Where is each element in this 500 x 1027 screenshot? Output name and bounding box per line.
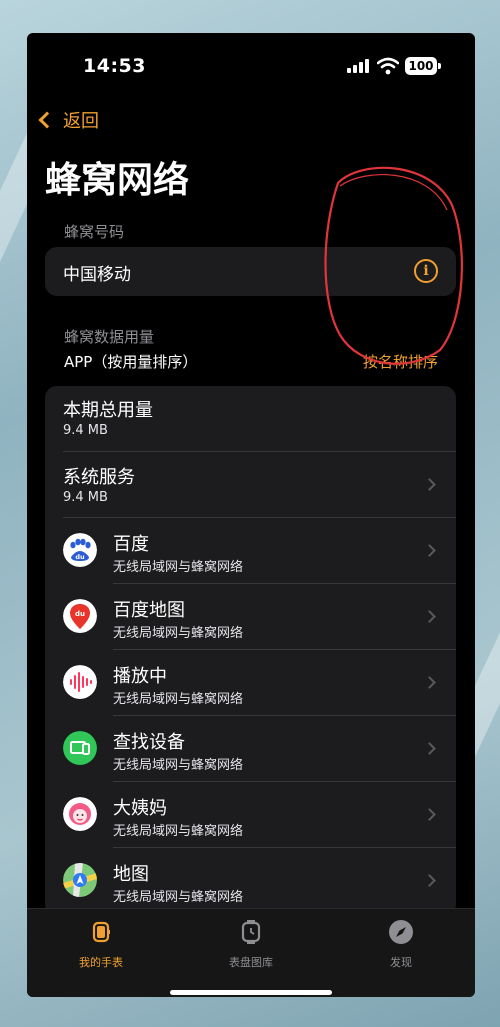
chevron-right-icon — [423, 478, 436, 491]
watch-icon — [92, 921, 110, 943]
home-indicator — [170, 990, 332, 995]
chevron-right-icon — [423, 742, 436, 755]
tab-bar: 我的手表 表盘图库 发现 — [27, 908, 475, 997]
app-name: 播放中 — [113, 666, 167, 687]
section-label-data-usage: 蜂窝数据用量 — [64, 328, 155, 346]
svg-text:du: du — [75, 553, 85, 561]
back-label: 返回 — [63, 111, 99, 132]
find-devices-icon — [63, 731, 97, 765]
now-playing-icon — [63, 665, 97, 699]
row-title: 系统服务 — [63, 467, 135, 488]
baidu-map-icon: du — [63, 599, 97, 633]
dayima-icon — [63, 797, 97, 831]
app-network: 无线局域网与蜂窝网络 — [113, 626, 244, 641]
chevron-right-icon — [423, 676, 436, 689]
carrier-row[interactable]: 中国移动 i — [45, 247, 456, 296]
app-name: 百度地图 — [113, 600, 185, 621]
total-usage-row: 本期总用量 9.4 MB — [45, 386, 456, 452]
app-name: 百度 — [113, 534, 149, 555]
row-subtitle: 9.4 MB — [63, 423, 108, 438]
sort-row: APP（按用量排序） 按名称排序 — [64, 351, 438, 372]
app-row-baidu-map[interactable]: du 百度地图 无线局域网与蜂窝网络 — [45, 584, 456, 650]
battery-tip — [438, 63, 441, 69]
usage-list: 本期总用量 9.4 MB 系统服务 9.4 MB du 百度 无线局域网与蜂窝网… — [45, 386, 456, 916]
row-title: 本期总用量 — [63, 400, 153, 421]
cellular-signal-icon — [347, 59, 371, 73]
row-subtitle: 9.4 MB — [63, 490, 108, 505]
tab-my-watch[interactable]: 我的手表 — [51, 919, 151, 970]
status-bar: 14:53 100 — [27, 33, 475, 93]
phone-screen: 14:53 100 返回 蜂窝网络 蜂窝号码 中国移动 i 蜂窝数据用量 APP… — [27, 33, 475, 997]
app-network: 无线局域网与蜂窝网络 — [113, 560, 244, 575]
chevron-right-icon — [423, 874, 436, 887]
app-row-find-devices[interactable]: 查找设备 无线局域网与蜂窝网络 — [45, 716, 456, 782]
app-row-baidu[interactable]: du 百度 无线局域网与蜂窝网络 — [45, 518, 456, 584]
tab-label: 我的手表 — [79, 956, 123, 969]
battery-icon: 100 — [405, 57, 437, 75]
chevron-right-icon — [423, 544, 436, 557]
chevron-right-icon — [423, 610, 436, 623]
app-network: 无线局域网与蜂窝网络 — [113, 692, 244, 707]
sort-by-name-button[interactable]: 按名称排序 — [363, 351, 438, 372]
svg-text:du: du — [75, 610, 85, 618]
system-services-row[interactable]: 系统服务 9.4 MB — [45, 452, 456, 518]
app-row-now-playing[interactable]: 播放中 无线局域网与蜂窝网络 — [45, 650, 456, 716]
app-name: 大姨妈 — [113, 798, 167, 819]
tab-discover[interactable]: 发现 — [351, 919, 451, 970]
watch-face-gallery-icon — [241, 920, 261, 944]
chevron-right-icon — [423, 808, 436, 821]
carrier-name: 中国移动 — [63, 265, 131, 285]
info-icon[interactable]: i — [414, 259, 438, 283]
app-row-dayima[interactable]: 大姨妈 无线局域网与蜂窝网络 — [45, 782, 456, 848]
app-network: 无线局域网与蜂窝网络 — [113, 890, 244, 905]
app-row-maps[interactable]: 地图 无线局域网与蜂窝网络 — [45, 848, 456, 914]
tab-watch-face-gallery[interactable]: 表盘图库 — [201, 919, 301, 970]
sort-caption: APP（按用量排序） — [64, 353, 198, 371]
maps-icon — [63, 863, 97, 897]
tab-label: 发现 — [390, 956, 412, 969]
section-label-cellular-number: 蜂窝号码 — [64, 223, 125, 241]
app-name: 地图 — [113, 864, 149, 885]
page-title: 蜂窝网络 — [45, 160, 190, 201]
compass-icon — [389, 920, 413, 944]
chevron-left-icon — [38, 111, 56, 129]
back-button[interactable]: 返回 — [37, 107, 99, 133]
baidu-icon: du — [63, 533, 97, 567]
app-network: 无线局域网与蜂窝网络 — [113, 758, 244, 773]
status-time: 14:53 — [83, 55, 146, 77]
app-name: 查找设备 — [113, 732, 185, 753]
tab-label: 表盘图库 — [229, 956, 273, 969]
wifi-icon — [377, 57, 399, 75]
app-network: 无线局域网与蜂窝网络 — [113, 824, 244, 839]
